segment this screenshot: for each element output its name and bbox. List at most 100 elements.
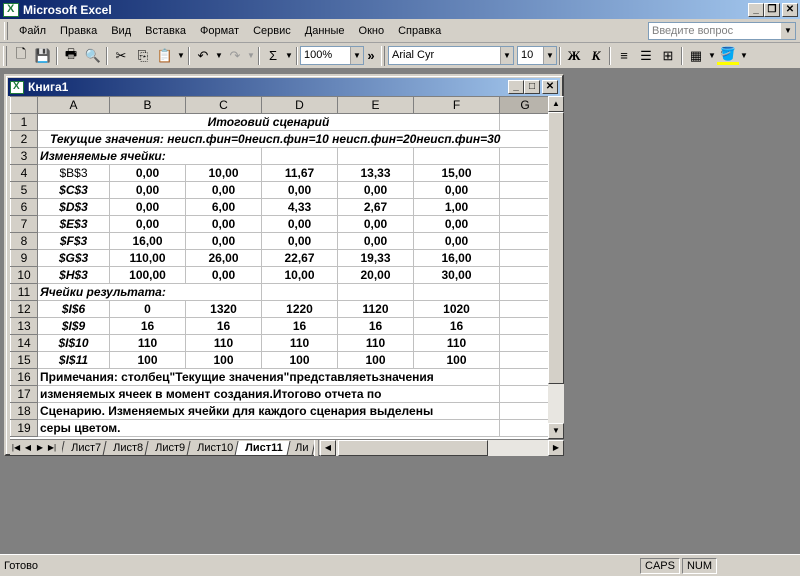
cell[interactable]: 0,00 (337, 215, 414, 233)
row-header[interactable]: 13 (10, 317, 38, 335)
cell[interactable] (499, 147, 548, 165)
cell[interactable]: 0,00 (261, 232, 338, 250)
cell[interactable] (499, 266, 548, 284)
cell[interactable]: 16 (261, 317, 338, 335)
zoom-select[interactable]: 100% ▼ (300, 46, 364, 65)
workbook-close-button[interactable]: ✕ (542, 80, 558, 94)
notes-cell[interactable]: Примечания: столбец"Текущие значения"пре… (37, 368, 500, 386)
restore-button[interactable]: ❐ (764, 2, 780, 17)
cell[interactable]: 22,67 (261, 249, 338, 267)
row-header[interactable]: 4 (10, 164, 38, 182)
cell[interactable]: 110,00 (109, 249, 186, 267)
cell[interactable] (499, 317, 548, 335)
workbook-minimize-button[interactable]: _ (508, 80, 524, 94)
menu-view[interactable]: Вид (104, 25, 138, 37)
fill-color-dropdown-icon[interactable]: ▼ (739, 51, 749, 60)
notes-cell[interactable]: серы цветом. (37, 419, 500, 437)
cell[interactable]: 0,00 (109, 198, 186, 216)
report-title-cell[interactable]: Итоговий сценарий (37, 113, 500, 131)
cell-ref[interactable]: $H$3 (37, 266, 110, 284)
cell[interactable] (499, 300, 548, 318)
cell[interactable]: 110 (109, 334, 186, 352)
row-header[interactable]: 17 (10, 385, 38, 403)
italic-button[interactable]: К (585, 45, 607, 67)
cell[interactable]: 100 (261, 351, 338, 369)
cell[interactable]: 0,00 (109, 181, 186, 199)
cell[interactable] (499, 402, 548, 420)
scroll-up-icon[interactable]: ▲ (548, 96, 564, 112)
row-header[interactable]: 10 (10, 266, 38, 284)
row-header[interactable]: 1 (10, 113, 38, 131)
cell[interactable]: 0,00 (413, 232, 500, 250)
cell[interactable]: 110 (261, 334, 338, 352)
menu-file[interactable]: Файл (12, 25, 53, 37)
cell[interactable] (499, 181, 548, 199)
row-header[interactable]: 8 (10, 232, 38, 250)
cell[interactable]: 1320 (185, 300, 262, 318)
row-header[interactable]: 11 (10, 283, 38, 301)
menu-data[interactable]: Данные (298, 25, 352, 37)
tab-split-handle[interactable] (314, 440, 319, 456)
chevron-down-icon[interactable]: ▼ (543, 47, 556, 64)
column-header[interactable]: G (499, 96, 548, 114)
row-header[interactable]: 12 (10, 300, 38, 318)
chevron-down-icon[interactable]: ▼ (500, 47, 513, 64)
row-header[interactable]: 14 (10, 334, 38, 352)
toolbar-grip[interactable] (3, 45, 7, 66)
row-header[interactable]: 5 (10, 181, 38, 199)
sheet-tab[interactable]: Лист10 (186, 440, 241, 456)
menu-edit[interactable]: Правка (53, 25, 104, 37)
font-size-select[interactable]: 10 ▼ (517, 46, 557, 65)
cell[interactable]: 0,00 (261, 215, 338, 233)
close-button[interactable]: ✕ (782, 2, 798, 17)
cell[interactable]: 19,33 (337, 249, 414, 267)
cell-ref[interactable]: $I$11 (37, 351, 110, 369)
minimize-button[interactable]: _ (748, 2, 764, 17)
notes-cell[interactable]: Сценарию. Изменяемых ячейки для каждого … (37, 402, 500, 420)
cell[interactable]: 16,00 (413, 249, 500, 267)
cell[interactable] (413, 147, 500, 165)
cell[interactable]: 15,00 (413, 164, 500, 182)
cell[interactable] (499, 198, 548, 216)
cell[interactable]: 1020 (413, 300, 500, 318)
cell-ref[interactable]: $G$3 (37, 249, 110, 267)
cell-ref[interactable]: $D$3 (37, 198, 110, 216)
copy-icon[interactable]: ⎘ (132, 45, 154, 67)
first-sheet-icon[interactable]: |◀ (10, 441, 22, 455)
row-header[interactable]: 19 (10, 419, 38, 437)
cell[interactable] (337, 147, 414, 165)
undo-icon[interactable]: ↶ (192, 45, 214, 67)
undo-dropdown-icon[interactable]: ▼ (214, 51, 224, 60)
cell[interactable] (499, 368, 548, 386)
cell[interactable]: 1,00 (413, 198, 500, 216)
autosum-button[interactable]: Σ (262, 45, 284, 67)
cell[interactable] (337, 283, 414, 301)
cell[interactable]: 10,00 (261, 266, 338, 284)
select-all-corner[interactable] (10, 96, 38, 114)
column-header[interactable]: F (413, 96, 500, 114)
row-header[interactable]: 16 (10, 368, 38, 386)
new-file-icon[interactable]: 🗋 (10, 45, 32, 67)
menu-format[interactable]: Формат (193, 25, 246, 37)
cell[interactable] (499, 215, 548, 233)
scroll-left-icon[interactable]: ◀ (320, 440, 336, 456)
last-sheet-icon[interactable]: ▶| (46, 441, 58, 455)
cell-ref[interactable]: $I$6 (37, 300, 110, 318)
vertical-scrollbar[interactable]: ▲ ▼ (548, 96, 564, 439)
cell[interactable]: 0,00 (413, 215, 500, 233)
cell[interactable]: 6,00 (185, 198, 262, 216)
cell[interactable]: 16 (185, 317, 262, 335)
redo-dropdown-icon[interactable]: ▼ (246, 51, 256, 60)
cell[interactable]: 110 (185, 334, 262, 352)
cell-ref[interactable]: $I$9 (37, 317, 110, 335)
column-header[interactable]: E (337, 96, 414, 114)
menu-tools[interactable]: Сервис (246, 25, 298, 37)
help-question-input[interactable]: Введите вопрос ▼ (648, 22, 796, 40)
cell[interactable] (499, 249, 548, 267)
excel-app-icon[interactable] (3, 2, 19, 17)
borders-dropdown-icon[interactable]: ▼ (707, 51, 717, 60)
current-values-header-cell[interactable]: Текущие значения: неисп.фин=0неисп.фин=1… (37, 130, 548, 148)
save-icon[interactable]: 💾 (32, 45, 54, 67)
sheet-tab[interactable]: Лист7 (62, 440, 109, 456)
scroll-down-icon[interactable]: ▼ (548, 423, 564, 439)
